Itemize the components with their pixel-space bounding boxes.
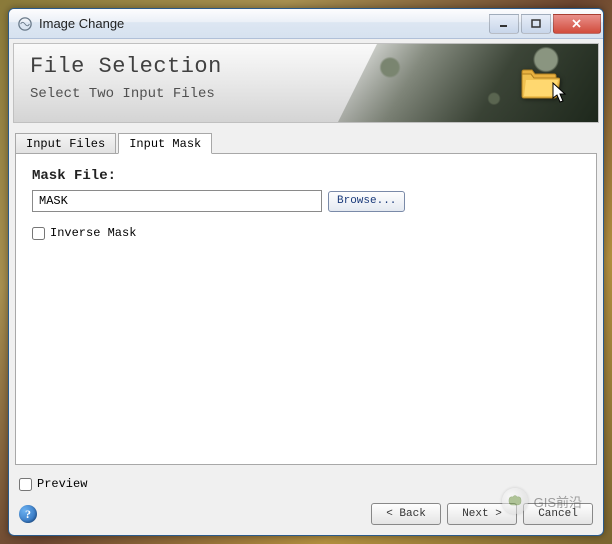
preview-label: Preview bbox=[37, 477, 87, 491]
back-button[interactable]: < Back bbox=[371, 503, 441, 525]
cancel-button[interactable]: Cancel bbox=[523, 503, 593, 525]
inverse-mask-label: Inverse Mask bbox=[50, 226, 136, 240]
close-button[interactable] bbox=[553, 14, 601, 34]
maximize-button[interactable] bbox=[521, 14, 551, 34]
mask-file-row: Browse... bbox=[32, 190, 580, 212]
page-subtitle: Select Two Input Files bbox=[30, 86, 215, 102]
inverse-mask-checkbox[interactable] bbox=[32, 227, 45, 240]
content-area: File Selection Select Two Input Files In… bbox=[9, 39, 603, 535]
preview-checkbox-row[interactable]: Preview bbox=[19, 477, 87, 491]
wizard-header: File Selection Select Two Input Files bbox=[13, 43, 599, 123]
tabs: Input Files Input Mask bbox=[15, 131, 597, 153]
browse-button[interactable]: Browse... bbox=[328, 191, 405, 212]
mask-file-label: Mask File: bbox=[32, 168, 580, 184]
help-button[interactable]: ? bbox=[19, 505, 37, 523]
tab-input-mask[interactable]: Input Mask bbox=[118, 133, 212, 154]
preview-checkbox[interactable] bbox=[19, 478, 32, 491]
window-controls bbox=[489, 14, 601, 34]
next-button[interactable]: Next > bbox=[447, 503, 517, 525]
inverse-mask-row[interactable]: Inverse Mask bbox=[32, 226, 580, 240]
minimize-button[interactable] bbox=[489, 14, 519, 34]
app-icon bbox=[17, 16, 33, 32]
tab-panel-input-mask: Mask File: Browse... Inverse Mask bbox=[15, 153, 597, 465]
window-title: Image Change bbox=[39, 16, 489, 31]
mask-file-input[interactable] bbox=[32, 190, 322, 212]
tab-input-files[interactable]: Input Files bbox=[15, 133, 116, 153]
footer: ? < Back Next > Cancel bbox=[9, 497, 603, 535]
titlebar[interactable]: Image Change bbox=[9, 9, 603, 39]
cursor-icon bbox=[552, 82, 568, 108]
image-change-window: Image Change File Selection Select Two I… bbox=[8, 8, 604, 536]
preview-row: Preview bbox=[9, 471, 603, 497]
page-title: File Selection bbox=[30, 54, 222, 79]
